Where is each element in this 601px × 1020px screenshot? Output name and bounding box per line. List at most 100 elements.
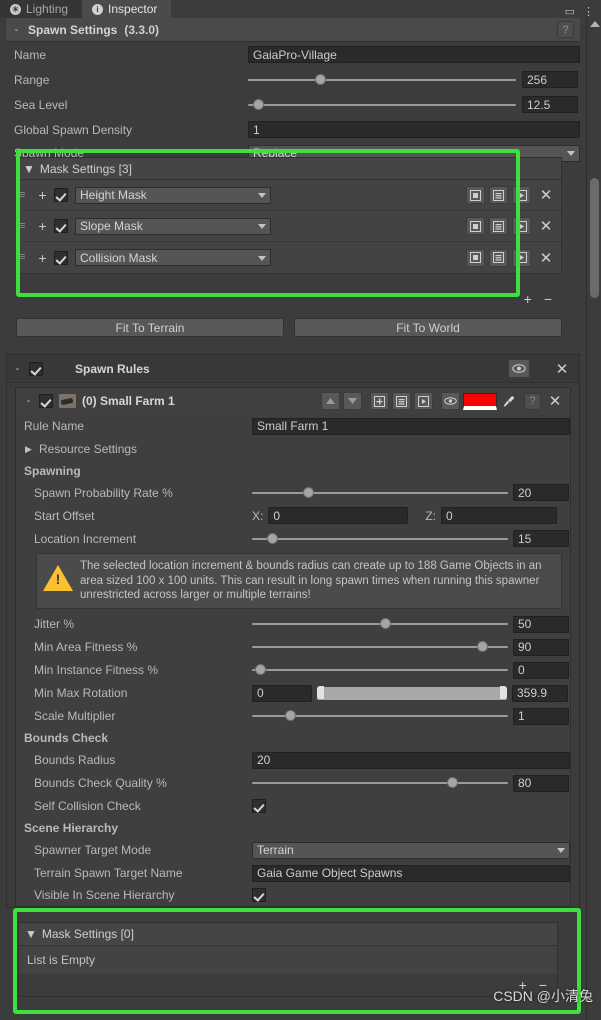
visible-in-scene-hierarchy-checkbox[interactable] [252,888,266,902]
sea-level-slider-knob[interactable] [253,98,265,110]
sea-level-value[interactable]: 12.5 [522,96,578,113]
sea-level-slider[interactable] [248,96,516,113]
rule-fold-icon[interactable]: - [24,395,33,407]
list-icon[interactable] [392,392,411,410]
tab-lighting[interactable]: ☀ Lighting [0,0,83,18]
rule-close-button[interactable]: ✕ [544,391,566,411]
mask-list-item-0[interactable]: ≡ + Height Mask ✕ [17,180,561,211]
eyedropper-icon[interactable] [500,395,516,408]
add-mask-button[interactable]: + [524,291,532,307]
mask-enabled-checkbox[interactable] [54,250,68,265]
rule-help-icon[interactable]: ? [524,392,541,410]
min-max-rotation-range-slider[interactable] [317,685,507,701]
jitter-value[interactable]: 50 [513,615,569,633]
remove-mask-button-footer[interactable]: − [544,291,552,307]
mask-enabled-checkbox[interactable] [54,188,68,202]
rule-card-header[interactable]: - (0) Small Farm 1 ? ✕ [16,388,570,414]
save-icon[interactable] [466,186,485,204]
move-down-icon[interactable] [343,392,362,410]
max-rotation-input[interactable]: 359.9 [512,684,568,702]
spawn-settings-fold-icon[interactable]: - [12,24,21,36]
bounds-radius-input[interactable]: 20 [252,751,570,769]
expand-icon[interactable]: + [38,187,47,203]
range-value[interactable]: 256 [522,71,578,88]
range-handle-max[interactable] [500,685,507,699]
location-increment-value[interactable]: 15 [513,530,569,547]
bounds-check-quality-value[interactable]: 80 [513,774,569,792]
scale-multiplier-knob[interactable] [285,710,297,721]
resource-settings-foldout[interactable]: ▶ Resource Settings [16,438,570,460]
more-menu-icon[interactable]: ⋮ [583,7,594,18]
mask-settings-list-header[interactable]: ▼ Mask Settings [3] [17,158,561,180]
mask-settings-bottom-header[interactable]: ▼ Mask Settings [0] [19,923,557,946]
min-instance-fitness-slider[interactable] [252,662,508,679]
save-icon[interactable] [466,248,485,267]
spawn-settings-header[interactable]: - Spawn Settings (3.3.0) ? [6,18,580,42]
mask-type-dropdown[interactable]: Collision Mask [75,249,271,266]
spawner-target-mode-dropdown[interactable]: Terrain [252,841,570,859]
range-handle-min[interactable] [317,685,324,699]
min-area-fitness-knob[interactable] [477,641,489,652]
expand-icon[interactable]: + [38,218,47,234]
chevron-right-icon[interactable]: ▶ [24,444,33,455]
play-icon[interactable] [512,248,531,267]
mask-type-dropdown[interactable]: Slope Mask [75,217,271,235]
help-icon[interactable]: ? [557,21,574,38]
rule-name-input[interactable]: Small Farm 1 [252,417,570,435]
drag-handle-icon[interactable]: ≡ [19,189,31,200]
location-increment-slider[interactable] [252,530,508,547]
range-slider-knob[interactable] [315,73,326,85]
play-icon[interactable] [512,186,531,204]
move-up-icon[interactable] [321,392,340,410]
scale-multiplier-slider[interactable] [252,708,508,725]
name-input[interactable]: GaiaPro-Village [248,46,580,63]
drag-handle-icon[interactable]: ≡ [19,220,31,231]
spawn-probability-knob[interactable] [303,486,315,498]
mask-type-dropdown[interactable]: Height Mask [75,186,271,204]
min-instance-fitness-value[interactable]: 0 [513,661,569,679]
start-offset-z-input[interactable]: 0 [441,507,558,524]
remove-mask-button[interactable]: ✕ [535,185,557,205]
spawn-rules-close-button[interactable]: ✕ [551,359,573,379]
bounds-check-quality-slider[interactable] [252,775,508,792]
self-collision-check-checkbox[interactable] [252,799,266,813]
spawn-rules-enabled-checkbox[interactable] [29,361,43,376]
location-increment-knob[interactable] [267,532,279,544]
tab-inspector[interactable]: i Inspector [82,0,172,18]
play-icon[interactable] [414,392,433,410]
range-slider[interactable] [248,71,516,88]
mask-list-item-1[interactable]: ≡ + Slope Mask ✕ [17,211,561,242]
mask-settings-fold-icon[interactable]: ▼ [23,162,35,176]
list-icon[interactable] [489,217,508,235]
spawn-probability-slider[interactable] [252,484,508,501]
remove-mask-button[interactable]: ✕ [535,248,557,268]
start-offset-x-input[interactable]: 0 [268,507,409,524]
rule-color-swatch[interactable] [463,392,497,410]
global-spawn-density-input[interactable]: 1 [248,121,580,138]
min-instance-fitness-knob[interactable] [254,664,266,675]
drag-handle-icon[interactable]: ≡ [19,252,31,263]
fit-to-world-button[interactable]: Fit To World [294,318,562,337]
fit-to-terrain-button[interactable]: Fit To Terrain [16,318,284,337]
save-icon[interactable] [466,217,485,235]
jitter-slider[interactable] [252,616,508,633]
scroll-up-icon[interactable] [590,21,600,27]
min-area-fitness-value[interactable]: 90 [513,638,569,656]
spawn-probability-value[interactable]: 20 [513,484,569,501]
play-icon[interactable] [512,217,531,235]
terrain-spawn-target-name-input[interactable]: Gaia Game Object Spawns [252,864,570,882]
expand-icon[interactable]: + [38,250,47,266]
spawn-rules-header[interactable]: - Spawn Rules ✕ [7,355,579,383]
list-icon[interactable] [489,186,508,204]
rule-enabled-checkbox[interactable] [39,394,53,408]
scrollbar-thumb[interactable] [590,178,599,298]
min-area-fitness-slider[interactable] [252,639,508,656]
scale-multiplier-value[interactable]: 1 [513,707,569,725]
remove-mask-button[interactable]: ✕ [535,216,557,236]
mask-list-item-2[interactable]: ≡ + Collision Mask ✕ [17,242,561,273]
vertical-scrollbar[interactable] [586,18,601,1020]
mask-enabled-checkbox[interactable] [54,219,68,233]
list-icon[interactable] [489,248,508,267]
min-rotation-input[interactable]: 0 [252,684,312,702]
spawn-rules-fold-icon[interactable]: - [13,363,22,375]
